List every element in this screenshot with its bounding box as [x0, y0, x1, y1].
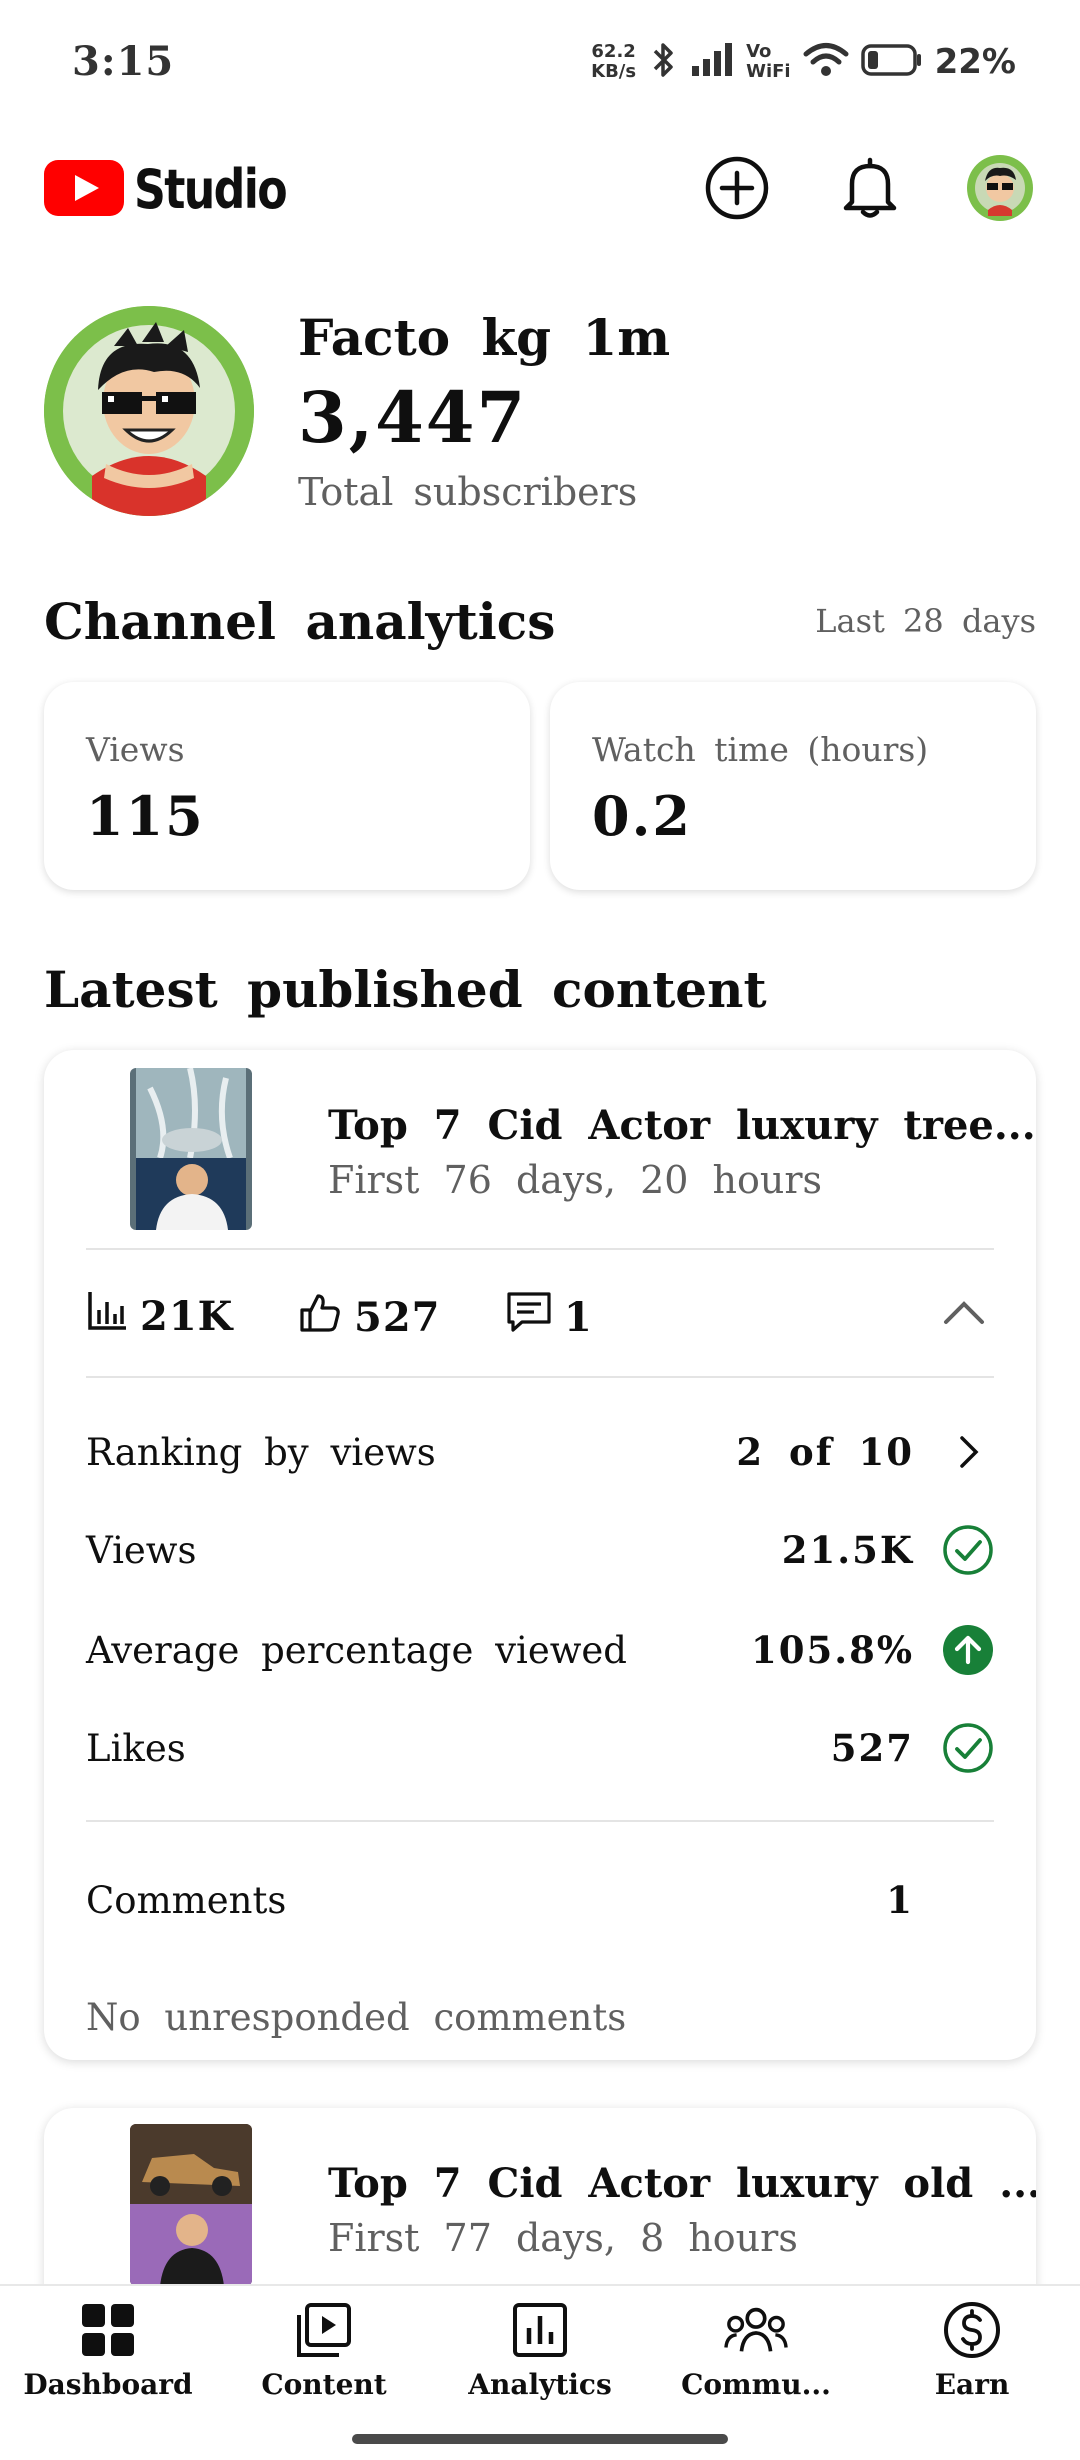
video-thumbnail[interactable] [130, 1068, 252, 1230]
video-title[interactable]: Top 7 Cid Actor luxury old ... [328, 2160, 1036, 2207]
youtube-studio-logo: Studio [44, 158, 319, 221]
video-views-metric: 21K [86, 1290, 233, 1342]
analytics-period: Last 28 days [815, 602, 1036, 640]
account-avatar[interactable] [964, 152, 1036, 224]
channel-analytics-title: Channel analytics [44, 592, 556, 651]
likes-row-label: Likes [86, 1726, 186, 1770]
logo-text: Studio [134, 158, 288, 221]
divider [86, 1248, 994, 1250]
status-bar: 3:15 62.2 KB/s Vo WiFi 22% [0, 0, 1080, 130]
status-indicators: 62.2 KB/s Vo WiFi 22% [591, 36, 1016, 88]
avg-percentage-value: 105.8% [750, 1628, 914, 1672]
collapse-chevron-up-icon[interactable] [934, 1282, 994, 1342]
channel-name: Facto kg 1m [298, 308, 671, 367]
nav-dashboard[interactable]: Dashboard [0, 2298, 216, 2401]
avg-percentage-label: Average percentage viewed [86, 1628, 627, 1672]
likes-row: Likes 527 [86, 1718, 994, 1778]
nav-content[interactable]: Content [216, 2298, 432, 2401]
video-likes-metric: 527 [298, 1290, 441, 1344]
check-circle-icon [942, 1722, 994, 1774]
avg-percentage-row: Average percentage viewed 105.8% [86, 1620, 994, 1680]
video-comments-metric: 1 [506, 1290, 593, 1344]
nav-content-label: Content [261, 2368, 387, 2401]
latest-content-title: Latest published content [44, 960, 767, 1019]
bar-chart-icon [86, 1290, 128, 1342]
likes-row-value: 527 [830, 1726, 914, 1770]
dashboard-icon [76, 2298, 140, 2362]
video-age: First 76 days, 20 hours [328, 1158, 822, 1202]
cell-signal-icon [690, 42, 734, 82]
home-indicator[interactable] [352, 2434, 728, 2444]
nav-community[interactable]: Commu... [648, 2298, 864, 2401]
subscriber-label: Total subscribers [298, 470, 638, 514]
ranking-value: 2 of 10 [736, 1430, 914, 1474]
views-card[interactable]: Views 115 [44, 682, 530, 890]
watch-time-card[interactable]: Watch time (hours) 0.2 [550, 682, 1036, 890]
app-header: Studio [0, 140, 1080, 250]
views-row-label: Views [86, 1528, 197, 1572]
battery-percent: 22% [934, 42, 1016, 82]
latest-video-card: Top 7 Cid Actor luxury tree... First 76 … [44, 1050, 1036, 2060]
battery-icon [860, 43, 923, 81]
nav-analytics[interactable]: Analytics [432, 2298, 648, 2401]
watch-time-card-value: 0.2 [592, 784, 692, 848]
network-speed: 62.2 KB/s [591, 41, 637, 82]
youtube-play-icon [44, 159, 124, 220]
divider [86, 1376, 994, 1378]
nav-community-label: Commu... [681, 2368, 831, 2401]
watch-time-card-label: Watch time (hours) [592, 730, 929, 769]
wifi-icon [803, 41, 849, 83]
views-row-value: 21.5K [781, 1528, 914, 1572]
comments-value: 1 [886, 1878, 914, 1922]
comments-label: Comments [86, 1878, 287, 1922]
content-icon [292, 2298, 356, 2362]
comments-note: No unresponded comments [86, 1996, 627, 2039]
video-thumbnail[interactable] [130, 2124, 252, 2286]
vowifi-indicator: Vo WiFi [746, 41, 791, 82]
views-card-label: Views [86, 730, 185, 769]
views-card-value: 115 [86, 784, 205, 848]
channel-avatar[interactable] [44, 306, 254, 516]
nav-earn-label: Earn [934, 2368, 1010, 2401]
nav-earn[interactable]: Earn [864, 2298, 1080, 2401]
thumbs-up-icon [298, 1290, 342, 1344]
earn-icon [940, 2298, 1004, 2362]
check-circle-icon [942, 1524, 994, 1576]
ranking-label: Ranking by views [86, 1430, 436, 1474]
community-icon [724, 2298, 788, 2362]
status-time: 3:15 [72, 38, 175, 85]
analytics-icon [508, 2298, 572, 2362]
views-row: Views 21.5K [86, 1520, 994, 1580]
arrow-up-circle-icon [942, 1624, 994, 1676]
create-plus-icon[interactable] [701, 152, 773, 224]
subscriber-count: 3,447 [298, 376, 528, 459]
video-age: First 77 days, 8 hours [328, 2216, 798, 2260]
nav-dashboard-label: Dashboard [23, 2368, 193, 2401]
chevron-right-icon[interactable] [942, 1426, 994, 1478]
divider [86, 1820, 994, 1822]
comments-row[interactable]: Comments 1 [86, 1870, 994, 1930]
video-title[interactable]: Top 7 Cid Actor luxury tree... [328, 1102, 1036, 1149]
nav-analytics-label: Analytics [468, 2368, 612, 2401]
notifications-bell-icon[interactable] [834, 152, 906, 224]
bluetooth-icon [648, 40, 678, 84]
ranking-row[interactable]: Ranking by views 2 of 10 [86, 1422, 994, 1482]
comment-icon [506, 1290, 552, 1344]
